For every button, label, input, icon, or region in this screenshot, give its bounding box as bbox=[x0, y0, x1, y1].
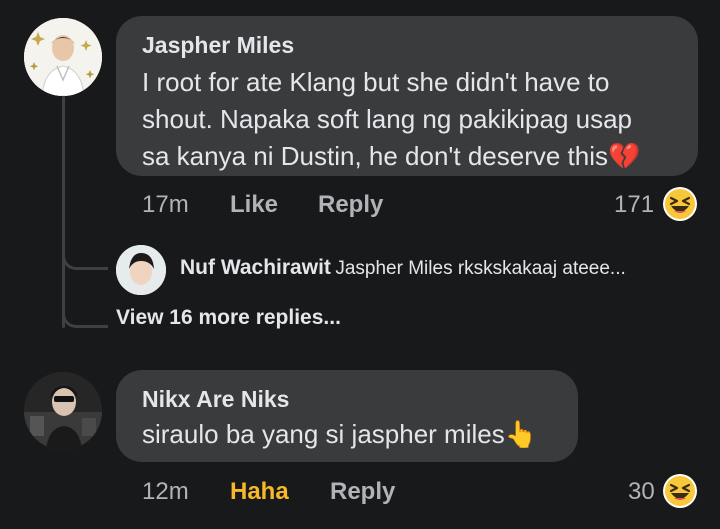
thread-branch-more bbox=[62, 306, 108, 328]
reply-author[interactable]: Nuf Wachirawit bbox=[180, 256, 331, 279]
reply-preview[interactable]: Nuf Wachirawit Jaspher Miles rkskskakaaj… bbox=[180, 256, 626, 280]
avatar-nuf-wachirawit[interactable] bbox=[116, 245, 166, 295]
haha-icon-graphic bbox=[663, 474, 697, 508]
broken-heart-emoji: 💔 bbox=[608, 141, 641, 171]
comment-timestamp[interactable]: 12m bbox=[142, 478, 189, 506]
comment-author[interactable]: Jaspher Miles bbox=[142, 32, 294, 59]
avatar-photo bbox=[24, 18, 102, 96]
reply-preview-text: Jaspher Miles rkskskakaaj ateee... bbox=[335, 258, 626, 279]
avatar-photo bbox=[24, 372, 102, 450]
comment-bubble[interactable]: Nikx Are Niks siraulo ba yang si jaspher… bbox=[116, 370, 578, 462]
avatar-jaspher-miles[interactable] bbox=[24, 18, 102, 96]
view-more-replies-link[interactable]: View 16 more replies... bbox=[116, 306, 341, 330]
haha-icon-graphic bbox=[663, 187, 697, 221]
haha-icon[interactable] bbox=[662, 473, 698, 514]
comment-text-line: shout. Napaka soft lang ng pakikipag usa… bbox=[142, 104, 633, 134]
reaction-count[interactable]: 171 bbox=[614, 191, 654, 219]
comment-text-line-content: sa kanya ni Dustin, he don't deserve thi… bbox=[142, 141, 609, 171]
like-button[interactable]: Like bbox=[230, 191, 278, 219]
thread-branch-reply bbox=[62, 248, 108, 270]
avatar-photo bbox=[116, 245, 166, 295]
comment-timestamp[interactable]: 17m bbox=[142, 191, 189, 219]
reply-button[interactable]: Reply bbox=[318, 191, 383, 219]
comment-text-line: sa kanya ni Dustin, he don't deserve thi… bbox=[142, 138, 640, 175]
comment-text-line: siraulo ba yang si jaspher miles bbox=[142, 419, 505, 449]
haha-icon[interactable] bbox=[662, 186, 698, 227]
comment-text: I root for ate Klang but she didn't have… bbox=[142, 64, 640, 175]
pointing-up-emoji: 👆 bbox=[504, 419, 538, 449]
comment-text: siraulo ba yang si jaspher miles👆 bbox=[142, 416, 537, 453]
comment-text-line: I root for ate Klang but she didn't have… bbox=[142, 67, 610, 97]
haha-reaction-button[interactable]: Haha bbox=[230, 478, 289, 506]
thread-line bbox=[62, 96, 65, 328]
comment-bubble[interactable]: Jaspher Miles I root for ate Klang but s… bbox=[116, 16, 698, 176]
reply-button[interactable]: Reply bbox=[330, 478, 395, 506]
reaction-count[interactable]: 30 bbox=[628, 478, 655, 506]
comment-author[interactable]: Nikx Are Niks bbox=[142, 386, 289, 413]
avatar-nikx-are-niks[interactable] bbox=[24, 372, 102, 450]
